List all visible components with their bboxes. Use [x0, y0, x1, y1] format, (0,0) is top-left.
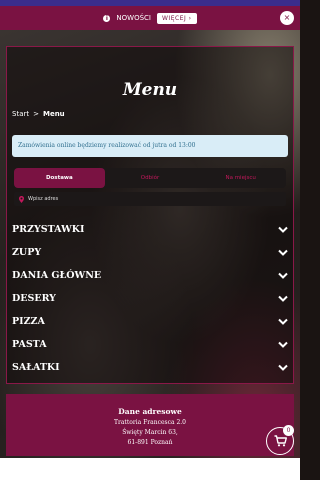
category-item[interactable]: ZUPY — [12, 241, 290, 264]
chevron-down-icon — [278, 226, 288, 233]
breadcrumb-separator: > — [33, 110, 39, 118]
footer-street: Święty Marcin 63, — [122, 429, 178, 436]
cart-button[interactable]: 0 — [266, 425, 294, 455]
bottom-area — [0, 458, 300, 480]
category-item[interactable]: PASTA — [12, 333, 290, 356]
address-input[interactable]: Wpisz adres — [14, 192, 286, 206]
news-banner: i NOWOŚCI WIĘCEJ › × — [0, 6, 300, 30]
order-type-tabs: Dostawa Odbiór Na miejscu — [14, 168, 286, 188]
category-item[interactable]: PIZZA — [12, 310, 290, 333]
category-item[interactable]: DANIA GŁÓWNE — [12, 264, 290, 287]
news-label: NOWOŚCI — [116, 14, 151, 22]
breadcrumb: Start > Menu — [12, 110, 65, 118]
category-item[interactable]: PRZYSTAWKI — [12, 218, 290, 241]
address-placeholder: Wpisz adres — [28, 196, 59, 202]
breadcrumb-current: Menu — [42, 110, 65, 118]
category-label: ZUPY — [12, 247, 42, 258]
category-label: PASTA — [12, 339, 47, 350]
chevron-down-icon — [278, 249, 288, 256]
info-alert: Zamówienia online będziemy realizować od… — [12, 135, 288, 157]
chevron-down-icon — [278, 364, 288, 371]
category-item[interactable]: SAŁATKI — [12, 356, 290, 379]
category-list: PRZYSTAWKI ZUPY DANIA GŁÓWNE DESERY PIZZ… — [12, 218, 290, 379]
category-label: DESERY — [12, 293, 56, 304]
chevron-down-icon — [278, 295, 288, 302]
breadcrumb-home[interactable]: Start — [12, 110, 29, 118]
footer-restaurant-name: Trattoria Francesca 2.0 — [113, 419, 186, 426]
map-pin-icon — [19, 195, 24, 203]
footer-title: Dane adresowe — [118, 407, 182, 416]
chevron-down-icon — [278, 272, 288, 279]
more-button[interactable]: WIĘCEJ › — [157, 12, 197, 24]
category-label: PRZYSTAWKI — [12, 224, 85, 235]
category-label: PIZZA — [12, 316, 45, 327]
tab-dine-in[interactable]: Na miejscu — [195, 168, 286, 188]
page-title: Menu — [122, 80, 178, 100]
category-label: DANIA GŁÓWNE — [12, 270, 102, 281]
tab-delivery[interactable]: Dostawa — [14, 168, 105, 188]
cart-icon — [274, 435, 287, 447]
close-icon[interactable]: × — [280, 11, 294, 25]
tab-pickup[interactable]: Odbiór — [105, 168, 196, 188]
category-item[interactable]: DESERY — [12, 287, 290, 310]
footer-city: 61-891 Poznań — [127, 439, 173, 446]
chevron-down-icon — [278, 318, 288, 325]
category-label: SAŁATKI — [12, 362, 60, 373]
chevron-down-icon — [278, 341, 288, 348]
address-footer: Dane adresowe Trattoria Francesca 2.0 Św… — [6, 394, 294, 456]
info-icon: i — [103, 14, 111, 22]
cart-count-badge: 0 — [283, 425, 294, 436]
